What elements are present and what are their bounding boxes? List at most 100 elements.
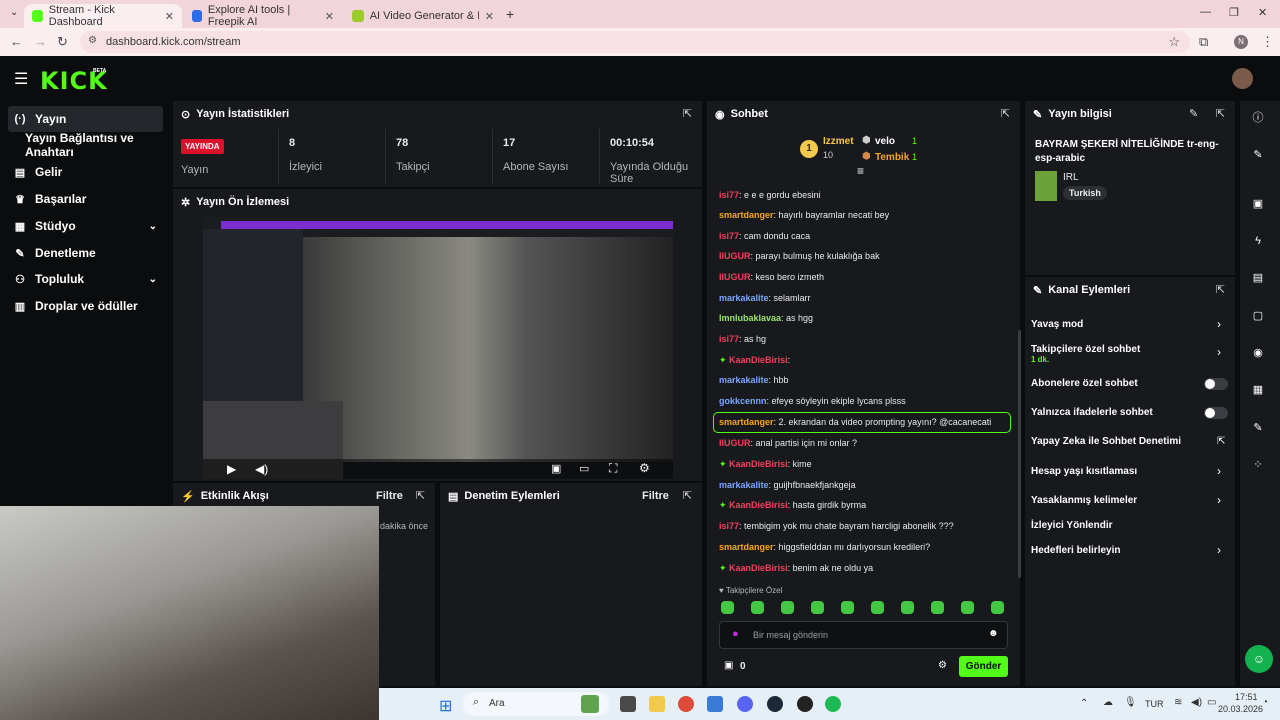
chat-username[interactable]: markakalite <box>719 293 769 303</box>
chat-username[interactable]: isi77 <box>719 190 739 200</box>
chevron-right-icon[interactable]: › <box>1217 317 1221 331</box>
channel-action-label[interactable]: Yasaklanmış kelimeler <box>1031 495 1137 506</box>
sidebar-item-droplar[interactable]: ▥ Droplar ve ödüller <box>8 293 163 319</box>
filter-button[interactable]: Filtre <box>642 490 669 502</box>
leader-name[interactable]: velo <box>875 136 895 147</box>
sidebar-item-basarilar[interactable]: ♛ Başarılar <box>8 186 163 212</box>
chevron-down-icon[interactable]: ⌄ <box>149 274 157 285</box>
file-explorer-icon[interactable] <box>649 696 665 712</box>
popout-icon[interactable]: ⇱ <box>683 107 692 120</box>
sidebar-item-stream-key[interactable]: Yayın Bağlantısı ve Anahtarı <box>20 131 170 159</box>
chrome-icon[interactable] <box>678 696 694 712</box>
play-icon[interactable]: ▶ <box>227 462 236 476</box>
notifications-icon[interactable]: ◔ <box>1262 697 1268 708</box>
leader-name[interactable]: Izzmet <box>823 136 854 147</box>
category-name[interactable]: IRL <box>1063 172 1079 183</box>
tab-list-icon[interactable]: ⌄ <box>10 7 18 18</box>
channel-action-label[interactable]: Yapay Zeka ile Sohbet Denetimi <box>1031 436 1181 447</box>
taskbar-search[interactable]: ⌕ Ara <box>463 692 609 716</box>
close-tab-icon[interactable]: ✕ <box>325 10 334 23</box>
volume-tray-icon[interactable]: ◀) <box>1191 697 1202 708</box>
hamburger-menu-icon[interactable]: ☰ <box>14 69 28 89</box>
tab-ai-video[interactable]: AI Video Generator & Image Ge ✕ <box>344 4 502 28</box>
volume-icon[interactable]: ◀) <box>255 462 268 476</box>
task-view-icon[interactable] <box>620 696 636 712</box>
channel-action-label[interactable]: Yavaş mod <box>1031 319 1083 330</box>
chat-username[interactable]: isi77 <box>719 231 739 241</box>
chat-username[interactable]: smartdanger <box>719 210 774 220</box>
channel-points-icon[interactable]: ▣ <box>724 660 733 671</box>
category-thumbnail[interactable] <box>1035 171 1057 201</box>
channel-action-label[interactable]: Hedefleri belirleyin <box>1031 545 1120 556</box>
back-icon[interactable]: ← <box>10 34 23 49</box>
obs-icon[interactable] <box>797 696 813 712</box>
emote-icon[interactable] <box>811 601 824 614</box>
edit-pencil-icon[interactable]: ✎ <box>1189 107 1198 120</box>
close-window-icon[interactable]: ✕ <box>1258 6 1267 19</box>
chevron-right-icon[interactable]: › <box>1217 543 1221 557</box>
emote-icon[interactable] <box>751 601 764 614</box>
channel-action-label[interactable]: Takipçilere özel sohbet <box>1031 344 1140 355</box>
url-field[interactable]: ⚙ dashboard.kick.com/stream ☆ <box>80 31 1190 53</box>
app-icon[interactable] <box>707 696 723 712</box>
emote-icon[interactable] <box>961 601 974 614</box>
studio-icon[interactable]: ▦ <box>1249 381 1267 399</box>
external-link-icon[interactable]: ⇱ <box>1217 436 1225 447</box>
emote-icon[interactable] <box>901 601 914 614</box>
chevron-right-icon[interactable]: › <box>1217 464 1221 478</box>
popout-icon[interactable]: ⇱ <box>683 489 692 502</box>
collapse-leaderboard-icon[interactable]: ≡ <box>857 164 864 178</box>
support-chat-icon[interactable]: ☺ <box>1245 645 1273 673</box>
broadcast-icon[interactable]: ◉ <box>1249 344 1267 362</box>
emote-icon[interactable] <box>871 601 884 614</box>
chat-input[interactable]: ● Bir mesaj gönderin ☻ <box>719 621 1008 649</box>
lightning-icon[interactable]: ϟ <box>1249 232 1267 250</box>
forward-icon[interactable]: → <box>34 34 47 49</box>
toggle-switch[interactable] <box>1204 378 1228 390</box>
wrench-icon[interactable]: ✎ <box>1249 419 1267 437</box>
toggle-switch[interactable] <box>1204 407 1228 419</box>
mic-tray-icon[interactable]: 🎙 <box>1124 697 1137 708</box>
channel-action-label[interactable]: Abonelere özel sohbet <box>1031 378 1138 389</box>
discord-icon[interactable] <box>737 696 753 712</box>
chevron-right-icon[interactable]: › <box>1217 345 1221 359</box>
sidebar-item-studyo[interactable]: ▦ Stüdyo ⌄ <box>8 213 163 239</box>
windows-start-icon[interactable]: ⊞ <box>439 696 452 716</box>
chat-username[interactable]: KaanDieBirisi <box>729 563 788 573</box>
popout-icon[interactable]: ⇱ <box>1001 107 1010 120</box>
clock-time[interactable]: 17:51 <box>1235 692 1258 702</box>
popout-icon[interactable]: ⇱ <box>1216 107 1225 120</box>
clock-date[interactable]: 20.03.2026 <box>1218 704 1263 714</box>
browser-menu-icon[interactable]: ⋮ <box>1261 34 1274 50</box>
chat-username[interactable]: KaanDieBirisi <box>729 500 788 510</box>
chat-username[interactable]: KaanDieBirisi <box>729 459 788 469</box>
emote-icon[interactable] <box>991 601 1004 614</box>
spotify-icon[interactable] <box>825 696 841 712</box>
theater-icon[interactable]: ▭ <box>579 462 589 475</box>
extensions-icon[interactable]: ⧉ <box>1199 34 1208 50</box>
chat-username[interactable]: IIUGUR <box>719 438 751 448</box>
sidebar-item-denetleme[interactable]: ✎ Denetleme <box>8 240 163 266</box>
tab-kick-dashboard[interactable]: Stream - Kick Dashboard ✕ <box>24 4 182 28</box>
pip-icon[interactable]: ▣ <box>551 462 561 475</box>
chat-bubble-icon[interactable]: ▢ <box>1249 307 1267 325</box>
chat-username[interactable]: markakalite <box>719 375 769 385</box>
chevron-down-icon[interactable]: ⌄ <box>149 221 157 232</box>
apps-icon[interactable]: ⁘ <box>1249 456 1267 474</box>
channel-action-label[interactable]: İzleyici Yönlendir <box>1031 520 1113 531</box>
screen-capture-icon[interactable]: ▣ <box>1249 195 1267 213</box>
chat-username[interactable]: lmnlubaklavaa <box>719 313 781 323</box>
leader-name[interactable]: Tembik <box>875 152 909 163</box>
info-icon[interactable]: ⓘ <box>1249 109 1267 127</box>
user-avatar[interactable] <box>1232 68 1253 89</box>
filter-button[interactable]: Filtre <box>376 490 403 502</box>
wifi-icon[interactable]: ≋ <box>1174 697 1182 708</box>
chat-username[interactable]: smartdanger <box>719 542 774 552</box>
chat-username[interactable]: gokkcennn <box>719 396 767 406</box>
chat-username[interactable]: isi77 <box>719 334 739 344</box>
document-icon[interactable]: ▤ <box>1249 269 1267 287</box>
chat-settings-gear-icon[interactable]: ⚙ <box>938 660 947 671</box>
send-button[interactable]: Gönder <box>959 656 1008 677</box>
chat-username[interactable]: markakalite <box>719 480 769 490</box>
minimize-icon[interactable]: — <box>1200 6 1211 18</box>
